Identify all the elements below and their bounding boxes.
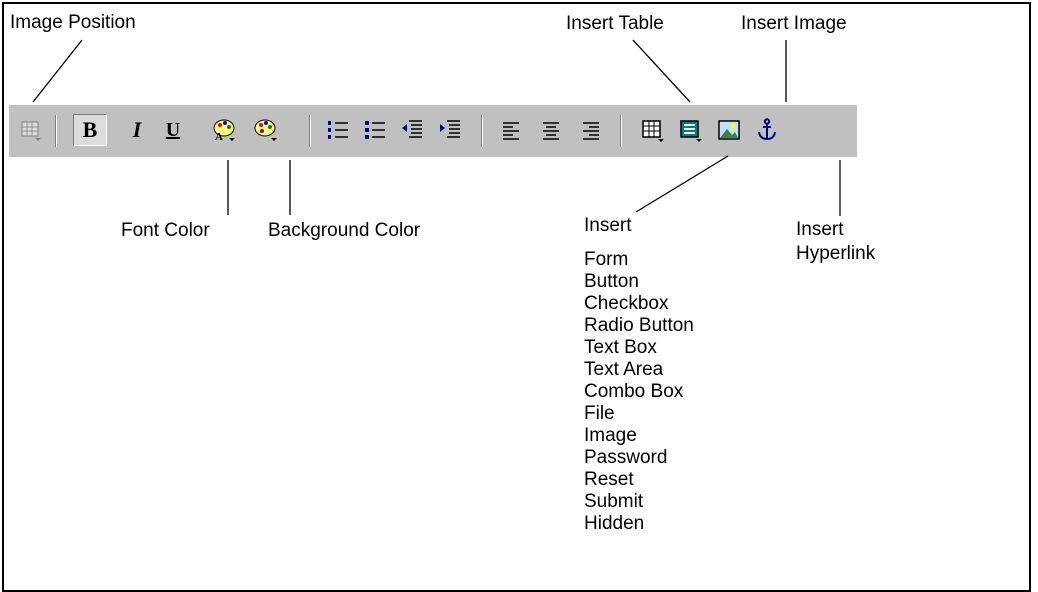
callout-line-insert-form — [635, 155, 729, 213]
callout-line-image-position — [32, 39, 83, 103]
callout-lines — [32, 39, 841, 216]
callout-line-insert-table — [632, 39, 691, 103]
